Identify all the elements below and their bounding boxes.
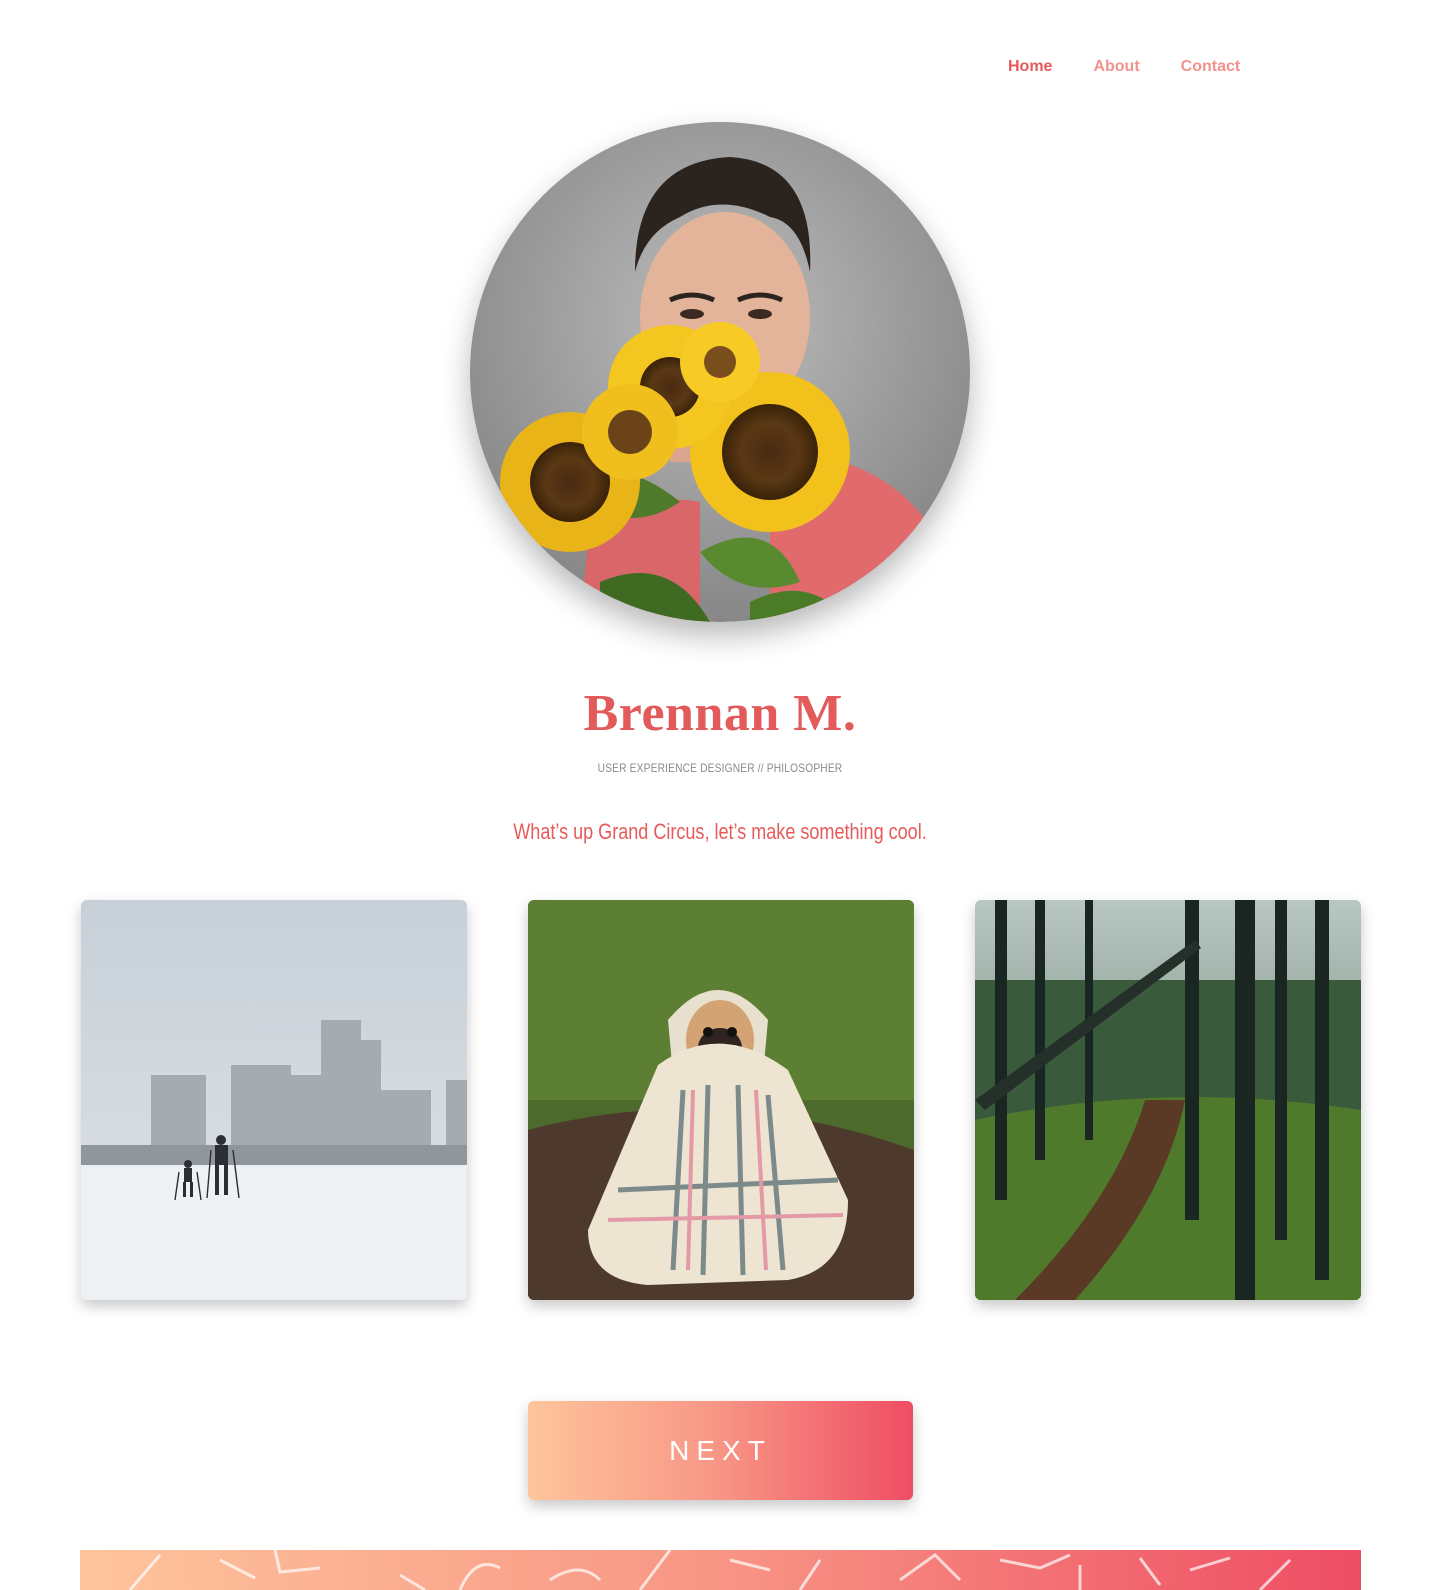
gallery-card-pug[interactable]	[528, 900, 914, 1300]
gallery-card-skiers[interactable]	[81, 900, 467, 1300]
footer-pattern	[128, 1550, 1292, 1590]
nav-contact-link[interactable]: Contact	[1181, 58, 1241, 76]
gallery-card-forest[interactable]	[975, 900, 1361, 1300]
nav-home-link[interactable]: Home	[1008, 58, 1052, 76]
forest-photo	[975, 900, 1361, 1300]
top-nav: Home About Contact	[1008, 58, 1240, 76]
next-button[interactable]: NEXT	[528, 1401, 913, 1500]
page: Home About Contact Brennan M. USER EXPER…	[0, 0, 1440, 1590]
footer-banner	[80, 1550, 1361, 1590]
skiers-photo	[81, 900, 467, 1300]
pug-photo	[528, 900, 914, 1300]
profile-avatar	[470, 122, 970, 622]
nav-about-link[interactable]: About	[1093, 58, 1139, 76]
profile-role: USER EXPERIENCE DESIGNER // PHILOSOPHER	[597, 761, 843, 775]
profile-tagline: What’s up Grand Circus, let’s make somet…	[513, 819, 927, 844]
profile-name: Brennan M.	[583, 685, 857, 742]
